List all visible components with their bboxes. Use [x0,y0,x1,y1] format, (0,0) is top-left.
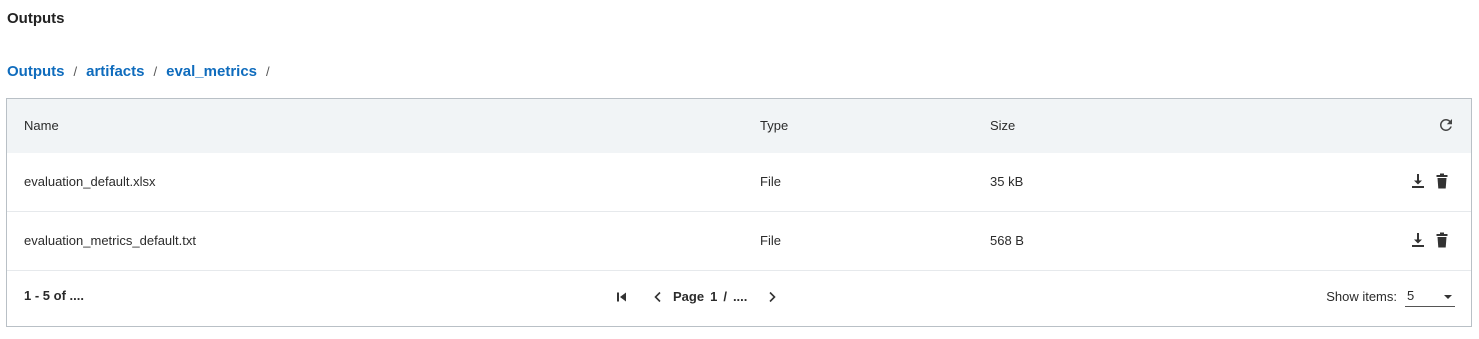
total-pages: .... [732,289,748,304]
range-text: 1 - 5 of .... [24,288,84,303]
table-header: Name Type Size [7,99,1471,153]
breadcrumb-separator: / [153,64,158,79]
page-label: Page [673,289,705,304]
show-items-select[interactable]: 5 [1405,285,1455,307]
breadcrumb-separator: / [73,64,78,79]
caret-down-icon [1443,288,1453,303]
column-header-size[interactable]: Size [990,118,1015,134]
breadcrumb-separator: / [266,64,270,79]
chevron-right-icon[interactable] [765,290,779,304]
refresh-icon[interactable] [1437,116,1455,134]
pagination: Page 1 / .... [615,289,779,304]
file-name[interactable]: evaluation_default.xlsx [24,174,156,190]
row-actions [1411,232,1449,248]
show-items-value: 5 [1407,288,1415,303]
download-icon[interactable] [1411,173,1425,189]
column-header-name[interactable]: Name [24,118,59,134]
file-size: 568 B [990,233,1024,248]
file-name[interactable]: evaluation_metrics_default.txt [24,233,196,249]
files-table: Name Type Size evaluation_default.xlsx F… [6,98,1472,327]
show-items-control: Show items: 5 [1326,285,1455,307]
trash-icon[interactable] [1435,173,1449,189]
page-title: Outputs [7,10,65,27]
table-footer: 1 - 5 of .... Page 1 / .... Show items: … [7,272,1471,327]
show-items-label: Show items: [1326,288,1397,304]
first-page-icon[interactable] [615,290,629,304]
table-row[interactable]: evaluation_metrics_default.txt File 568 … [7,212,1471,271]
column-header-type[interactable]: Type [760,118,788,134]
row-actions [1411,173,1449,189]
current-page: 1 [710,289,718,304]
breadcrumb-outputs[interactable]: Outputs [7,62,65,82]
breadcrumb: Outputs / artifacts / eval_metrics / [7,62,270,82]
file-size: 35 kB [990,174,1024,189]
breadcrumb-eval-metrics[interactable]: eval_metrics [166,62,257,82]
download-icon[interactable] [1411,232,1425,248]
file-type: File [760,174,781,189]
table-row[interactable]: evaluation_default.xlsx File 35 kB [7,153,1471,212]
chevron-left-icon[interactable] [651,290,665,304]
breadcrumb-artifacts[interactable]: artifacts [86,62,144,82]
page-separator: / [723,289,727,304]
trash-icon[interactable] [1435,232,1449,248]
file-type: File [760,233,781,248]
